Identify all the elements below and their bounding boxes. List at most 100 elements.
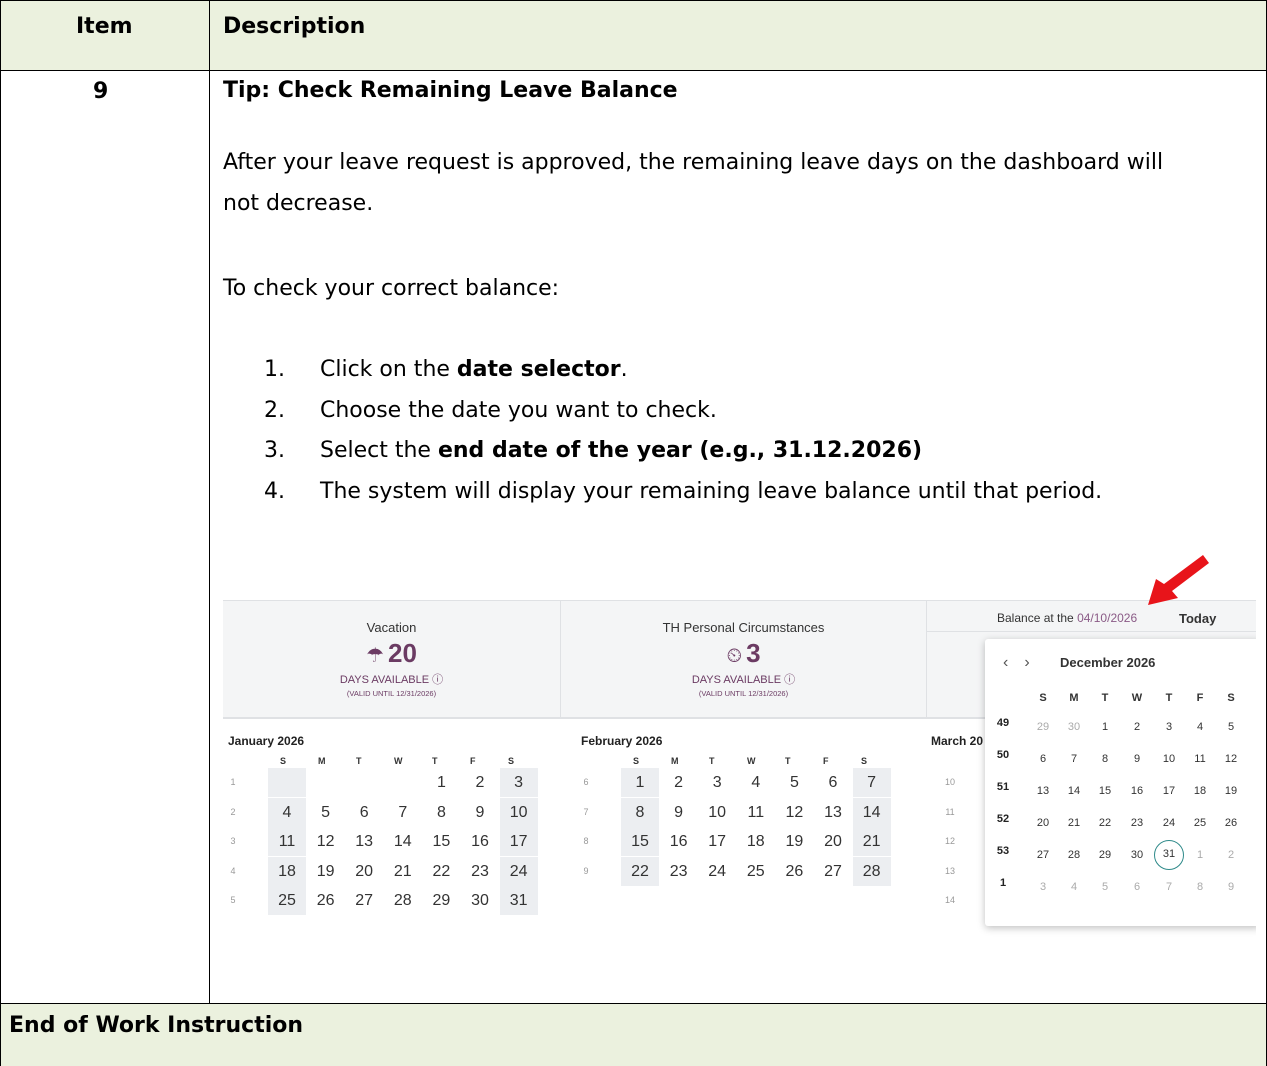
calendar-day[interactable]: 26 (775, 857, 813, 886)
calendar-day[interactable]: 11 (737, 798, 775, 827)
calendar-day[interactable]: 17 (499, 827, 538, 857)
picker-day[interactable]: 13 (1028, 776, 1058, 806)
calendar-day[interactable]: 23 (660, 857, 698, 886)
picker-day[interactable]: 17 (1154, 776, 1184, 806)
picker-day[interactable]: 5 (1216, 712, 1246, 742)
calendar-day[interactable]: 20 (345, 857, 383, 886)
calendar-day[interactable]: 26 (307, 886, 345, 915)
calendar-day[interactable]: 15 (422, 827, 460, 856)
calendar-day[interactable]: 5 (775, 768, 813, 797)
calendar-day[interactable]: 6 (345, 798, 383, 827)
calendar-day[interactable]: 29 (422, 886, 460, 915)
calendar-day[interactable]: 22 (422, 857, 460, 886)
calendar-day[interactable]: 13 (345, 827, 383, 856)
calendar-day[interactable]: 9 (660, 798, 698, 827)
calendar-day[interactable]: 14 (384, 827, 422, 856)
calendar-day[interactable]: 24 (499, 856, 538, 886)
calendar-day[interactable]: 28 (384, 886, 422, 915)
calendar-day[interactable]: 7 (852, 768, 891, 797)
calendar-day[interactable]: 16 (461, 827, 499, 856)
calendar-day[interactable]: 13 (814, 798, 852, 827)
picker-day-selected[interactable]: 31 (1154, 840, 1184, 870)
picker-day[interactable]: 1 (1185, 840, 1215, 870)
balance-date[interactable]: 04/10/2026 (1077, 611, 1137, 625)
picker-day[interactable]: 3 (1028, 872, 1058, 902)
picker-day[interactable]: 9 (1216, 872, 1246, 902)
picker-day[interactable]: 7 (1154, 872, 1184, 902)
calendar-day[interactable]: 7 (384, 798, 422, 827)
calendar-day[interactable]: 25 (737, 857, 775, 886)
calendar-day[interactable]: 21 (852, 827, 891, 857)
picker-day[interactable]: 8 (1185, 872, 1215, 902)
calendar-day[interactable]: 10 (499, 797, 538, 827)
calendar-day[interactable]: 22 (621, 856, 659, 886)
calendar-day[interactable]: 27 (814, 857, 852, 886)
picker-day[interactable]: 19 (1216, 776, 1246, 806)
calendar-day[interactable]: 10 (698, 798, 736, 827)
calendar-day[interactable]: 23 (461, 857, 499, 886)
picker-day[interactable]: 30 (1059, 712, 1089, 742)
picker-day[interactable]: 1 (1090, 712, 1120, 742)
calendar-day[interactable]: 14 (852, 797, 891, 827)
today-button[interactable]: Today (1179, 611, 1216, 626)
picker-day[interactable]: 2 (1122, 712, 1152, 742)
picker-day[interactable]: 16 (1122, 776, 1152, 806)
picker-day[interactable]: 7 (1059, 744, 1089, 774)
prev-month-icon[interactable]: ‹ (1003, 654, 1008, 671)
picker-day[interactable]: 30 (1122, 840, 1152, 870)
calendar-day[interactable]: 9 (461, 798, 499, 827)
picker-day[interactable]: 9 (1122, 744, 1152, 774)
calendar-day[interactable]: 18 (737, 827, 775, 856)
calendar-day[interactable]: 12 (775, 798, 813, 827)
calendar-day[interactable]: 20 (814, 827, 852, 856)
picker-day[interactable]: 21 (1059, 808, 1089, 838)
calendar-day[interactable]: 3 (698, 768, 736, 797)
picker-day[interactable]: 26 (1216, 808, 1246, 838)
picker-day[interactable]: 18 (1185, 776, 1215, 806)
picker-day[interactable]: 23 (1122, 808, 1152, 838)
picker-day[interactable]: 4 (1185, 712, 1215, 742)
calendar-day[interactable]: 4 (737, 768, 775, 797)
calendar-day[interactable]: 18 (268, 856, 306, 886)
picker-day[interactable]: 6 (1122, 872, 1152, 902)
calendar-day[interactable]: 2 (461, 768, 499, 797)
picker-day[interactable]: 12 (1216, 744, 1246, 774)
picker-day[interactable]: 5 (1090, 872, 1120, 902)
calendar-day[interactable]: 21 (384, 857, 422, 886)
calendar-day[interactable]: 5 (307, 798, 345, 827)
picker-day[interactable]: 15 (1090, 776, 1120, 806)
picker-day[interactable]: 6 (1028, 744, 1058, 774)
picker-day[interactable]: 25 (1185, 808, 1215, 838)
picker-day[interactable]: 2 (1216, 840, 1246, 870)
calendar-day[interactable]: 30 (461, 886, 499, 915)
calendar-day[interactable]: 3 (499, 768, 538, 797)
picker-day[interactable]: 3 (1154, 712, 1184, 742)
calendar-day[interactable]: 15 (621, 827, 659, 857)
calendar-day[interactable]: 28 (852, 856, 891, 886)
calendar-day[interactable]: 8 (422, 798, 460, 827)
calendar-day[interactable]: 25 (268, 886, 306, 916)
calendar-day[interactable]: 17 (698, 827, 736, 856)
calendar-day[interactable]: 27 (345, 886, 383, 915)
picker-day[interactable]: 20 (1028, 808, 1058, 838)
picker-day[interactable]: 11 (1185, 744, 1215, 774)
calendar-day[interactable]: 24 (698, 857, 736, 886)
calendar-day[interactable]: 11 (268, 827, 306, 857)
calendar-day[interactable]: 19 (307, 857, 345, 886)
balance-date-selector[interactable]: Balance at the 04/10/2026 (997, 611, 1137, 625)
picker-day[interactable]: 27 (1028, 840, 1058, 870)
picker-day[interactable]: 4 (1059, 872, 1089, 902)
calendar-day[interactable]: 1 (621, 768, 659, 797)
next-month-icon[interactable]: › (1024, 654, 1029, 671)
calendar-day[interactable]: 12 (307, 827, 345, 856)
picker-day[interactable]: 8 (1090, 744, 1120, 774)
picker-day[interactable]: 14 (1059, 776, 1089, 806)
calendar-day[interactable]: 2 (660, 768, 698, 797)
calendar-day[interactable]: 31 (499, 886, 538, 916)
calendar-day[interactable]: 6 (814, 768, 852, 797)
picker-day[interactable]: 10 (1154, 744, 1184, 774)
picker-day[interactable]: 28 (1059, 840, 1089, 870)
picker-day[interactable]: 24 (1154, 808, 1184, 838)
calendar-day[interactable]: 8 (621, 797, 659, 827)
picker-day[interactable]: 22 (1090, 808, 1120, 838)
